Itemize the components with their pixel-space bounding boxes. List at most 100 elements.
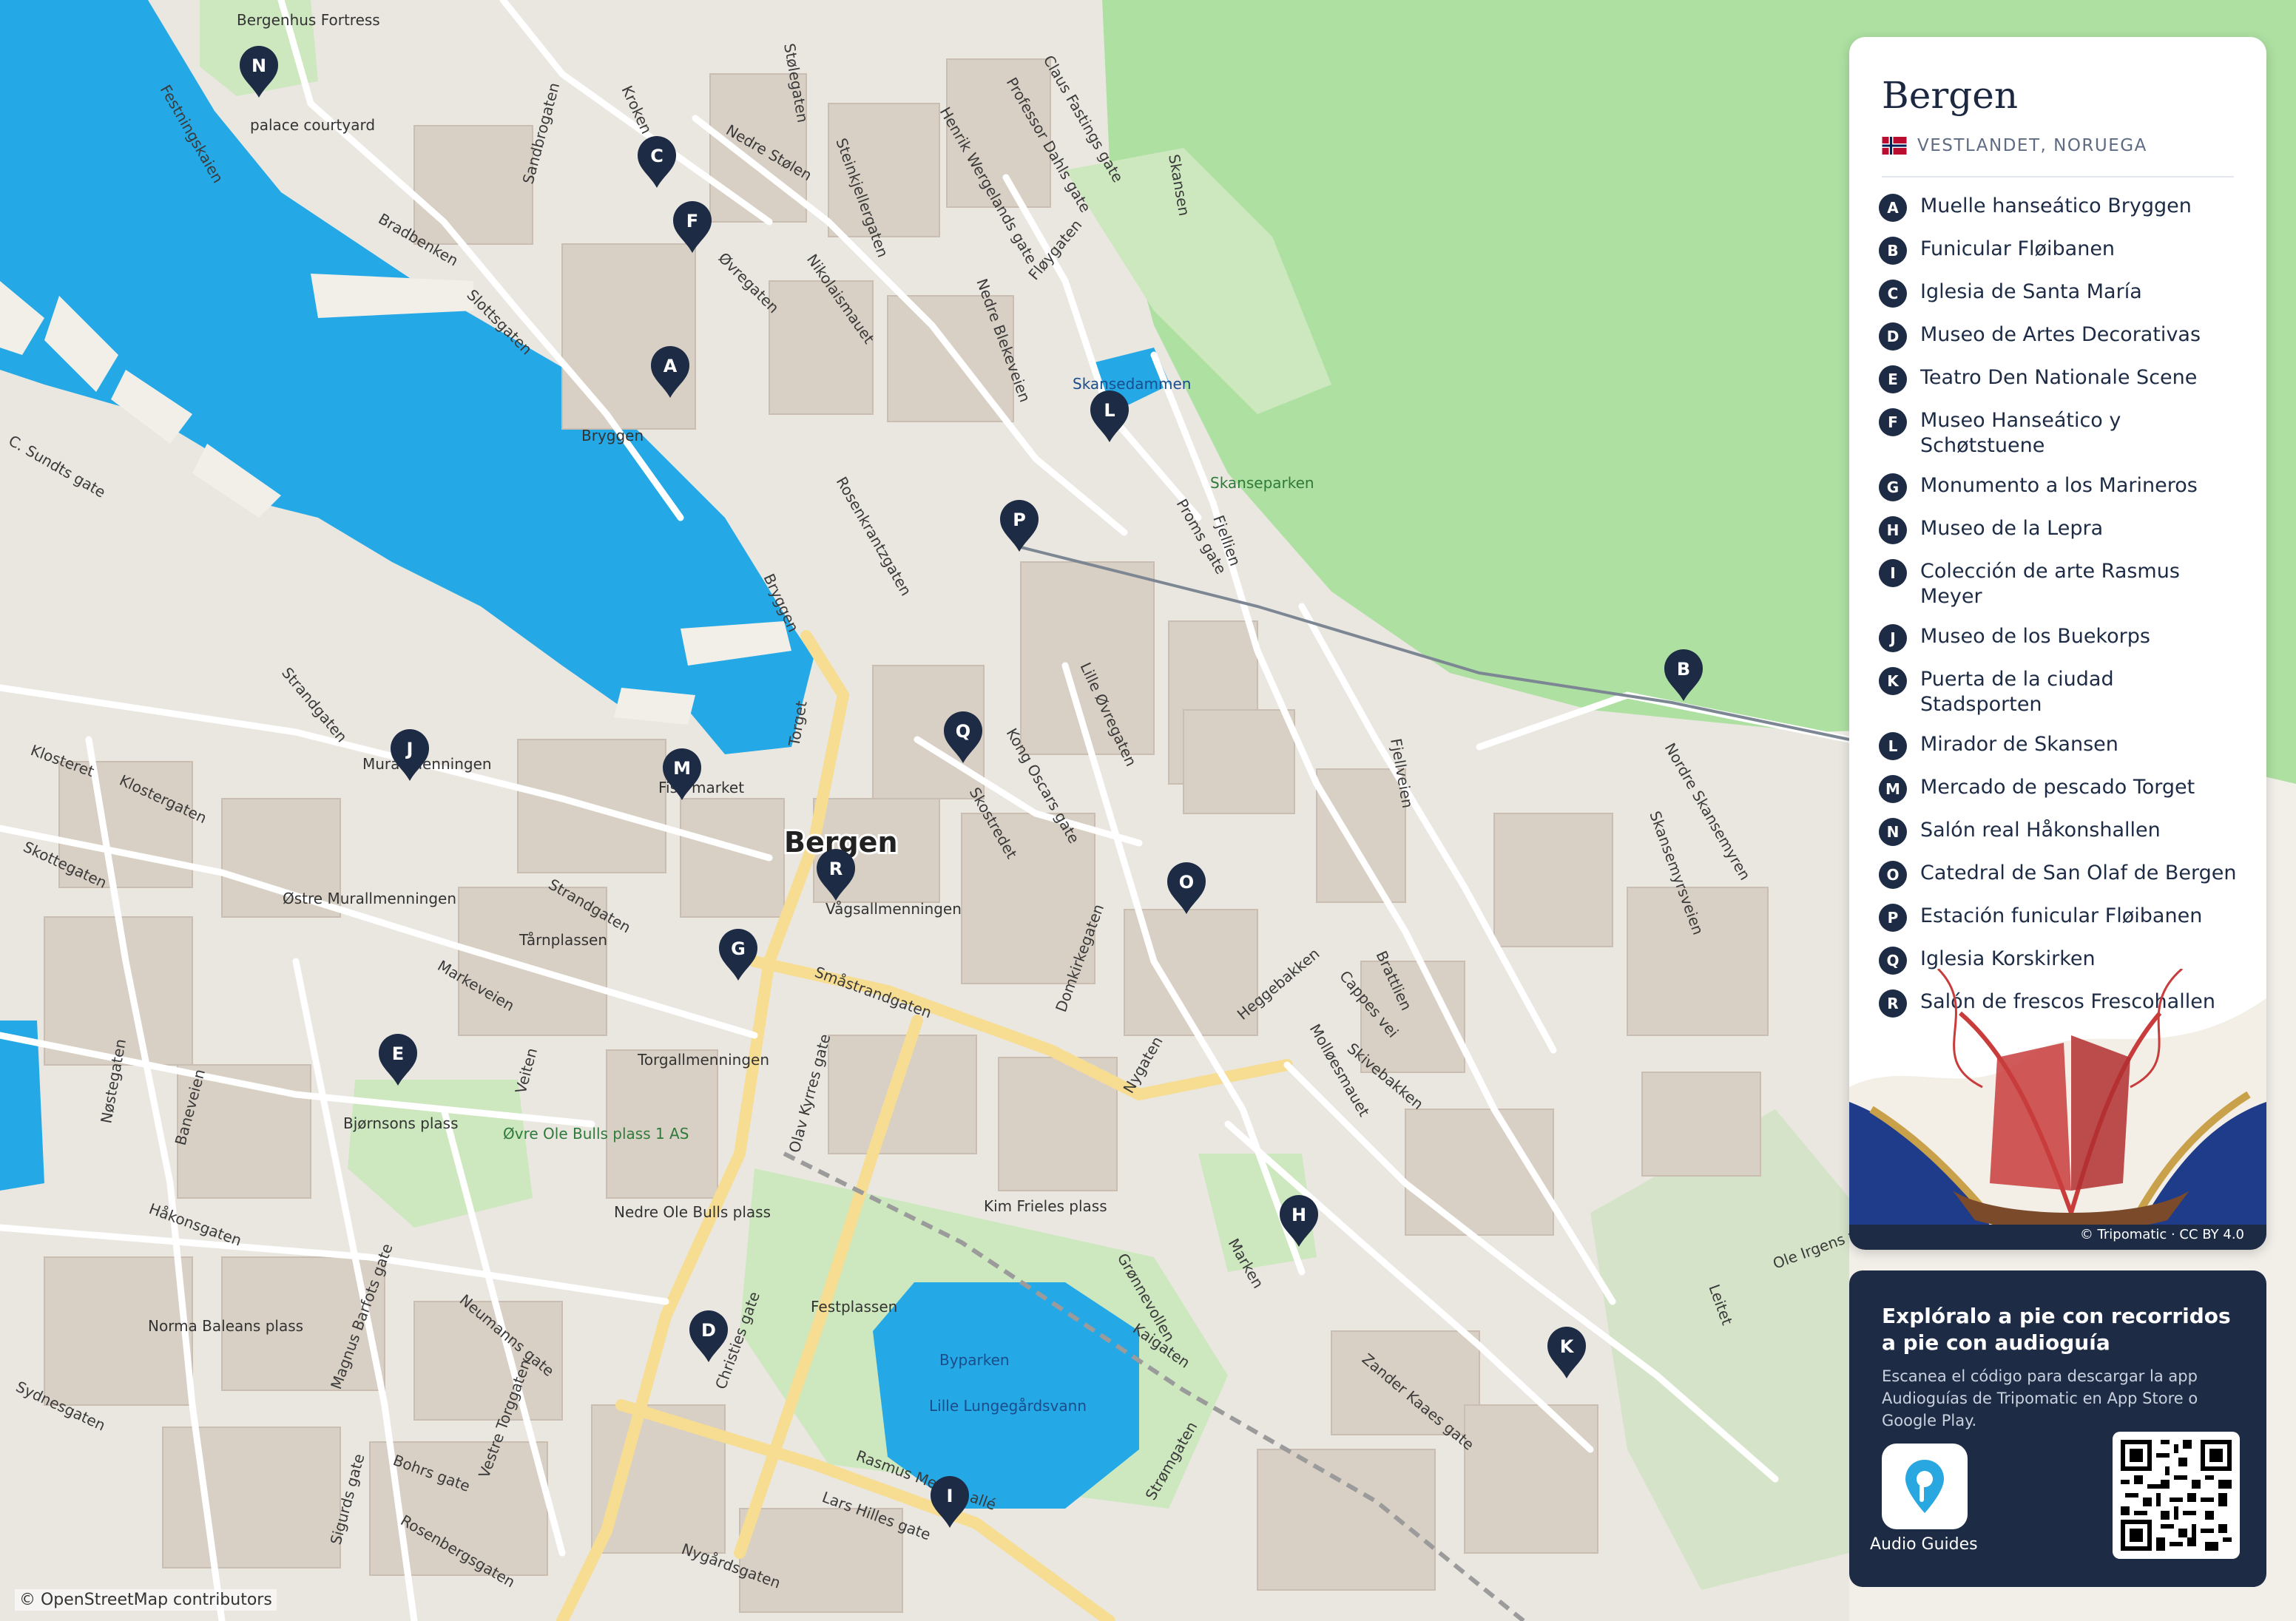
poi-badge: H: [1879, 516, 1907, 544]
panel-subtitle: VESTLANDET, NORUEGA: [1917, 136, 2147, 155]
poi-item-p[interactable]: P Estación funicular Fløibanen: [1879, 904, 2241, 932]
app-label: Audio Guides: [1870, 1535, 1978, 1554]
illustration-credit: © Tripomatic · CC BY 4.0: [2079, 1227, 2244, 1242]
poi-item-b[interactable]: B Funicular Fløibanen: [1879, 237, 2241, 265]
poi-item-g[interactable]: G Monumento a los Marineros: [1879, 473, 2241, 501]
place-label: Norma Baleans plass: [148, 1317, 303, 1335]
place-label: Murallmenningen: [362, 755, 492, 773]
poi-marker-letter: A: [664, 356, 678, 376]
place-label: Bjørnsons plass: [343, 1114, 459, 1132]
poi-name: Museo de los Buekorps: [1920, 625, 2150, 648]
audio-guides-app-icon[interactable]: [1882, 1444, 1968, 1529]
poi-badge: B: [1879, 237, 1907, 265]
poi-name: Mirador de Skansen: [1920, 733, 2118, 756]
poi-item-h[interactable]: H Museo de la Lepra: [1879, 516, 2241, 544]
poi-marker-letter: L: [1104, 400, 1115, 421]
poi-name: Museo de Artes Decorativas: [1920, 323, 2201, 346]
poi-marker-letter: K: [1560, 1336, 1575, 1357]
poi-marker-letter: G: [731, 938, 746, 959]
poi-marker-letter: H: [1292, 1205, 1306, 1225]
poi-item-e[interactable]: E Teatro Den Nationale Scene: [1879, 365, 2241, 393]
poi-badge: K: [1879, 667, 1907, 695]
poi-item-f[interactable]: F Museo Hanseático y Schøtstuene: [1879, 408, 2241, 458]
place-label: palace courtyard: [250, 116, 375, 134]
poi-badge: F: [1879, 408, 1907, 436]
poi-marker-letter: J: [405, 739, 413, 759]
poi-item-k[interactable]: K Puerta de la ciudad Stadsporten: [1879, 667, 2241, 717]
qr-code-icon: [2121, 1440, 2232, 1551]
poi-marker-letter: B: [1677, 659, 1690, 680]
poi-marker-letter: D: [701, 1320, 716, 1341]
legend-panel: Bergen VESTLANDET, NORUEGA A Muelle hanse…: [1849, 37, 2266, 1250]
poi-marker-letter: F: [686, 211, 698, 231]
poi-badge: J: [1879, 624, 1907, 652]
water-label-lille-lungegardsvann: Lille Lungegårdsvann: [929, 1397, 1087, 1415]
poi-marker-letter: I: [947, 1486, 953, 1506]
water-label-byparken: Byparken: [939, 1351, 1010, 1369]
promo-text: Escanea el código para descargar la app …: [1882, 1367, 2198, 1429]
poi-marker-letter: Q: [956, 721, 970, 742]
poi-badge: A: [1879, 194, 1907, 222]
place-label: Bryggen: [581, 427, 644, 444]
poi-name: Colección de arte Rasmus Meyer: [1920, 560, 2180, 608]
poi-item-d[interactable]: D Museo de Artes Decorativas: [1879, 322, 2241, 351]
panel-divider: [1882, 176, 2234, 177]
poi-marker-letter: R: [829, 859, 843, 879]
poi-marker-letter: C: [650, 146, 664, 166]
poi-badge: G: [1879, 473, 1907, 501]
place-label: Tårnplassen: [519, 931, 607, 949]
poi-badge: I: [1879, 559, 1907, 587]
poi-name: Puerta de la ciudad Stadsporten: [1920, 668, 2114, 716]
park-label-skanseparken: Skanseparken: [1210, 474, 1314, 492]
poi-name: Mercado de pescado Torget: [1920, 776, 2195, 799]
poi-name: Museo Hanseático y Schøtstuene: [1920, 409, 2121, 457]
map-pin-icon: [1905, 1460, 1944, 1513]
poi-marker-letter: O: [1179, 872, 1194, 893]
place-label: Bergenhus Fortress: [237, 11, 380, 29]
poi-item-l[interactable]: L Mirador de Skansen: [1879, 732, 2241, 760]
poi-badge: E: [1879, 365, 1907, 393]
place-label: Nedre Ole Bulls plass: [614, 1203, 771, 1221]
poi-name: Monumento a los Marineros: [1920, 474, 2198, 497]
qr-code[interactable]: [2113, 1432, 2240, 1559]
poi-badge: L: [1879, 732, 1907, 760]
water-label-skansedammen: Skansedammen: [1073, 375, 1191, 393]
map-attribution: © OpenStreetMap contributors: [15, 1589, 277, 1611]
poi-item-c[interactable]: C Iglesia de Santa María: [1879, 280, 2241, 308]
poi-marker-letter: M: [673, 758, 691, 779]
place-label: Vågsallmenningen: [825, 900, 962, 918]
poi-badge: P: [1879, 904, 1907, 932]
poi-marker-letter: E: [392, 1043, 404, 1064]
poi-marker-letter: N: [251, 55, 266, 76]
poi-name: Estación funicular Fløibanen: [1920, 904, 2203, 927]
place-label: Festplassen: [811, 1298, 897, 1316]
norway-flag-icon: [1882, 137, 1907, 155]
poi-name: Iglesia de Santa María: [1920, 280, 2142, 303]
poi-badge: O: [1879, 861, 1907, 889]
poi-item-i[interactable]: I Colección de arte Rasmus Meyer: [1879, 559, 2241, 609]
poi-item-n[interactable]: N Salón real Håkonshallen: [1879, 818, 2241, 846]
poi-badge: D: [1879, 322, 1907, 351]
poi-item-m[interactable]: M Mercado de pescado Torget: [1879, 775, 2241, 803]
place-label: Østre Murallmenningen: [283, 890, 456, 907]
panel-subtitle-row: VESTLANDET, NORUEGA: [1882, 136, 2147, 155]
place-label: Torgallmenningen: [637, 1051, 769, 1069]
poi-name: Salón real Håkonshallen: [1920, 819, 2161, 842]
poi-list: A Muelle hanseático Bryggen B Funicular Fl…: [1879, 194, 2241, 1032]
poi-badge: N: [1879, 818, 1907, 846]
poi-name: Teatro Den Nationale Scene: [1920, 366, 2198, 389]
poi-item-j[interactable]: J Museo de los Buekorps: [1879, 624, 2241, 652]
panel-title: Bergen: [1882, 74, 2019, 117]
place-label: Kim Frieles plass: [984, 1197, 1107, 1215]
poi-item-o[interactable]: O Catedral de San Olaf de Bergen: [1879, 861, 2241, 889]
promo-title: Explóralo a pie con recorridos a pie con…: [1882, 1304, 2231, 1355]
park-label-ovre-ole-bulls: Øvre Ole Bulls plass 1 AS: [503, 1125, 689, 1143]
poi-name: Funicular Fløibanen: [1920, 237, 2116, 260]
audio-guide-promo: Explóralo a pie con recorridos a pie con…: [1849, 1270, 2266, 1587]
poi-name: Museo de la Lepra: [1920, 517, 2104, 540]
poi-item-a[interactable]: A Muelle hanseático Bryggen: [1879, 194, 2241, 222]
poi-name: Catedral de San Olaf de Bergen: [1920, 862, 2237, 884]
poi-name: Muelle hanseático Bryggen: [1920, 194, 2192, 217]
poi-badge: M: [1879, 775, 1907, 803]
poi-name: Iglesia Korskirken: [1920, 947, 2096, 970]
